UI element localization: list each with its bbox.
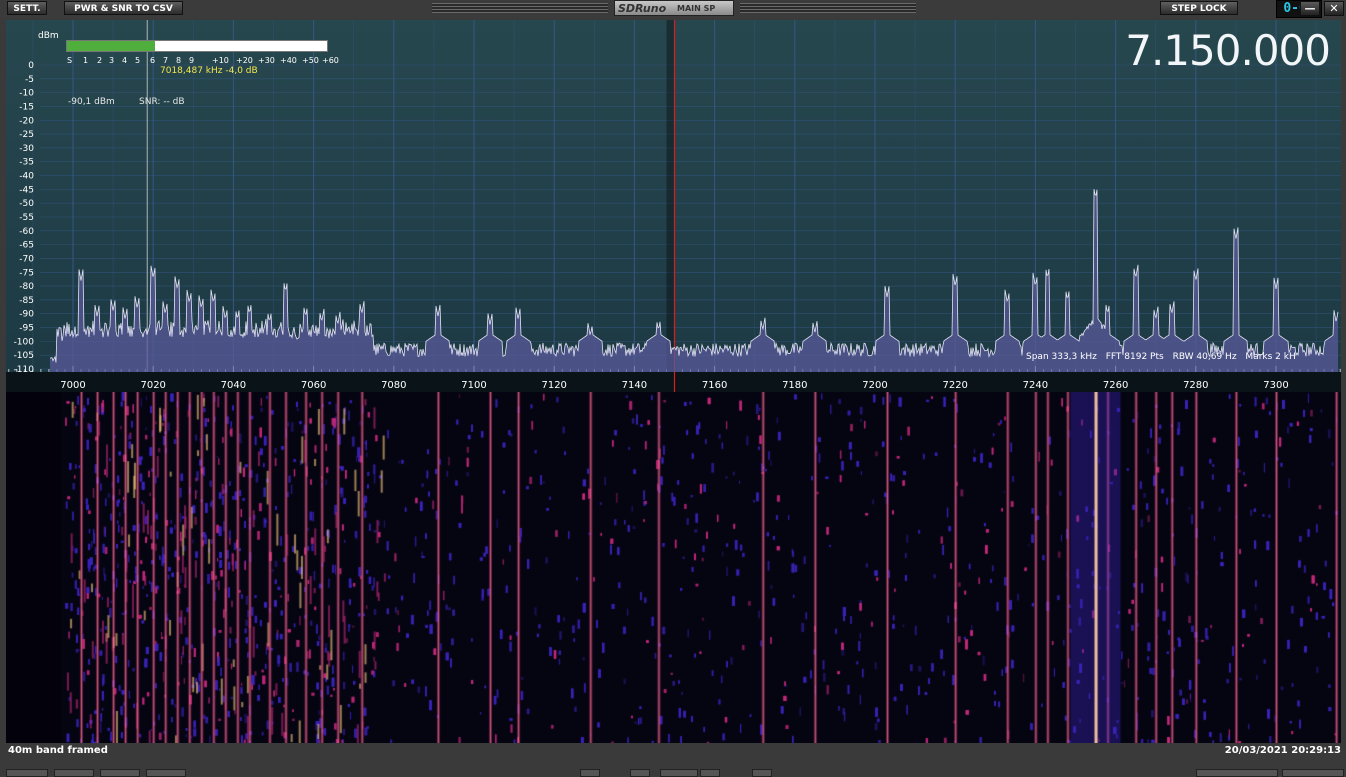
y-tick-label: -65	[19, 241, 34, 251]
bottom-control-9[interactable]	[752, 769, 772, 777]
y-tick-label: -90	[19, 310, 34, 320]
s-meter-scale-label: +10	[212, 56, 229, 65]
x-tick-label: 7080	[381, 380, 406, 391]
y-tick-label: -105	[14, 351, 34, 361]
y-tick-label: -5	[25, 75, 34, 85]
x-tick-label: 7040	[221, 380, 246, 391]
s-meter-scale-label: 9	[189, 56, 195, 65]
rbw-readout: RBW 40,69 Hz	[1172, 352, 1237, 362]
y-tick-label: -85	[19, 296, 34, 306]
s-meter-scale-label: +30	[258, 56, 275, 65]
timestamp: 20/03/2021 20:29:13	[1224, 745, 1341, 756]
x-tick-label: 7060	[301, 380, 326, 391]
s-meter-bar	[66, 40, 328, 52]
x-tick-label: 7280	[1183, 380, 1208, 391]
x-tick-label: 7180	[782, 380, 807, 391]
s-meter-scale-label: 6	[150, 56, 156, 65]
y-tick-label: -80	[19, 282, 34, 292]
bottom-control-11[interactable]	[1282, 769, 1344, 777]
x-tick-label: 7160	[702, 380, 727, 391]
s-meter-scale-label: 5	[135, 56, 141, 65]
y-tick-label: 0	[28, 61, 34, 71]
marks-readout: Marks 2 kH	[1245, 352, 1296, 362]
y-tick-label: -95	[19, 324, 34, 334]
power-readout: -90,1 dBm	[68, 97, 115, 107]
y-tick-label: -45	[19, 185, 34, 195]
y-tick-label: -30	[19, 144, 34, 154]
bottom-control-7[interactable]	[660, 769, 698, 777]
bottom-control-4[interactable]	[146, 769, 186, 777]
s-meter-scale-label: S	[67, 56, 73, 65]
s-meter-scale-label: +60	[322, 56, 339, 65]
spectrum-info: Span 333,3 kHz FFT 8192 Pts RBW 40,69 Hz…	[1026, 352, 1302, 362]
passband-shade	[666, 20, 675, 372]
s-meter-fill	[67, 41, 156, 51]
x-tick-label: 7020	[140, 380, 165, 391]
frequency-axis-band	[6, 372, 1341, 392]
y-tick-label: -55	[19, 213, 34, 223]
y-tick-label: -60	[19, 227, 34, 237]
x-tick-label: 7300	[1263, 380, 1288, 391]
x-tick-label: 7220	[942, 380, 967, 391]
fft-readout: FFT 8192 Pts	[1105, 352, 1164, 362]
dbm-axis-label: dBm	[38, 31, 59, 41]
s-meter-scale-label: +20	[236, 56, 253, 65]
s-meter-scale-label: 4	[122, 56, 128, 65]
x-tick-label: 7120	[541, 380, 566, 391]
x-tick-label: 7200	[862, 380, 887, 391]
y-tick-label: -100	[14, 337, 35, 347]
s-meter-scale-label: 7	[163, 56, 169, 65]
span-readout: Span 333,3 kHz	[1026, 352, 1097, 362]
band-status: 40m band framed	[8, 745, 108, 756]
s-meter-scale-label: 1	[83, 56, 89, 65]
y-tick-label: -70	[19, 254, 34, 264]
y-tick-label: -40	[19, 172, 34, 182]
bottom-control-1[interactable]	[6, 769, 48, 777]
snr-readout: SNR: -- dB	[139, 97, 185, 107]
y-tick-label: -25	[19, 130, 34, 140]
s-meter-scale-label: 8	[176, 56, 182, 65]
y-tick-label: -15	[19, 102, 34, 112]
x-tick-label: 7000	[60, 380, 85, 391]
y-tick-label: -35	[19, 158, 34, 168]
x-tick-label: 7240	[1023, 380, 1048, 391]
y-tick-label: -50	[19, 199, 34, 209]
x-tick-label: 7100	[461, 380, 486, 391]
x-tick-label: 7260	[1103, 380, 1128, 391]
bottom-control-6[interactable]	[630, 769, 650, 777]
waterfall-display[interactable]	[6, 392, 1341, 743]
y-tick-label: -10	[19, 89, 34, 99]
bottom-control-2[interactable]	[54, 769, 94, 777]
cursor-readout: 7018,487 kHz -4,0 dB	[160, 66, 258, 76]
y-tick-label: -20	[19, 116, 34, 126]
s-meter-scale-label: +50	[302, 56, 319, 65]
y-tick-label: -75	[19, 268, 34, 278]
bottom-control-3[interactable]	[100, 769, 140, 777]
x-tick-label: 7140	[622, 380, 647, 391]
s-meter-scale-label: +40	[280, 56, 297, 65]
bottom-control-8[interactable]	[700, 769, 720, 777]
bottom-control-10[interactable]	[1196, 769, 1278, 777]
center-frequency-display[interactable]: 7.150.000	[1125, 26, 1331, 75]
s-meter-scale-label: 2	[97, 56, 103, 65]
s-meter-scale-label: 3	[109, 56, 115, 65]
bottom-control-5[interactable]	[580, 769, 600, 777]
